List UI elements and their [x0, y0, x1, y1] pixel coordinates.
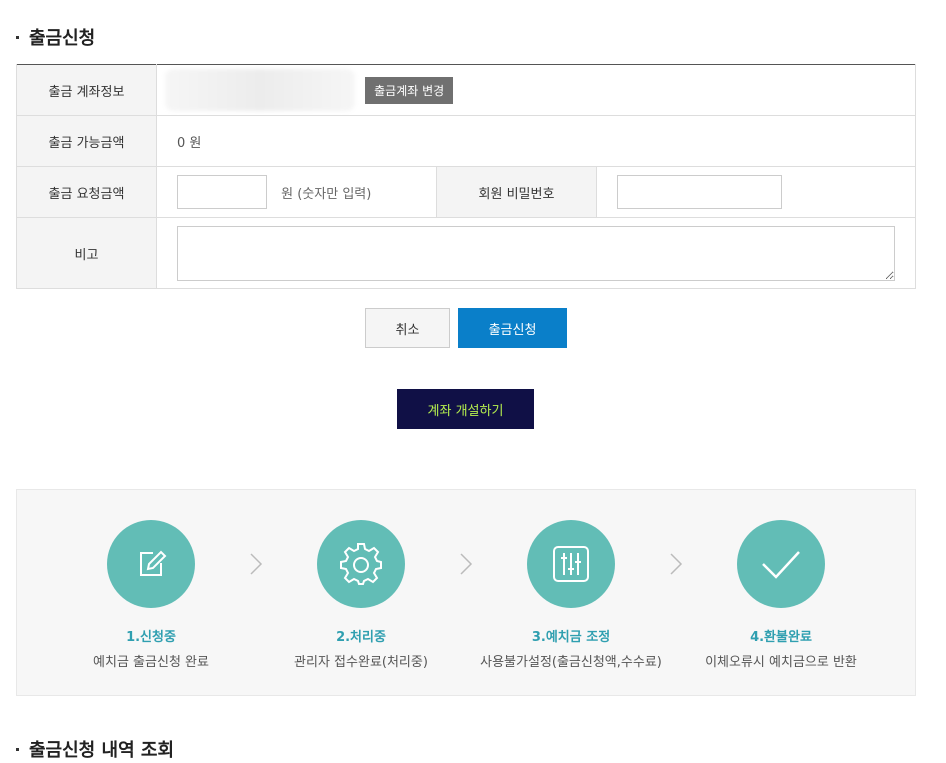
step-3-title: 3.예치금 조정 [531, 630, 611, 645]
page-title-text: 출금신청 [29, 28, 96, 49]
bullet-dot [16, 747, 19, 751]
password-cell [596, 166, 916, 218]
history-title-text: 출금신청 내역 조회 [29, 740, 175, 761]
step-3-desc: 사용불가설정(출금신청액,수수료) [480, 655, 662, 670]
available-row: 출금 가능금액 0 원 [16, 115, 916, 167]
change-account-button[interactable]: 출금계좌 변경 [365, 76, 454, 104]
cancel-button[interactable]: 취소 [365, 308, 450, 348]
process-steps-panel: 1.신청중 예치금 출금신청 완료 2.처리중 관리자 접수완료(처리중) 3.… [16, 489, 916, 696]
step-1-desc: 예치금 출금신청 완료 [93, 655, 209, 670]
step-3: 3.예치금 조정 사용불가설정(출금신청액,수수료) [471, 520, 671, 670]
request-label: 출금 요청금액 [16, 166, 157, 218]
request-unit-hint: 원 (숫자만 입력) [281, 186, 372, 202]
memo-label: 비고 [16, 217, 157, 289]
step-2: 2.처리중 관리자 접수완료(처리중) [261, 520, 461, 670]
gear-icon [317, 520, 405, 608]
memo-textarea[interactable] [177, 225, 895, 281]
sliders-icon [527, 520, 615, 608]
account-info-blurred [165, 69, 355, 111]
submit-withdrawal-button[interactable]: 출금신청 [458, 308, 567, 348]
available-amount: 0 원 [156, 115, 916, 167]
available-label: 출금 가능금액 [16, 115, 157, 167]
memo-cell [156, 217, 916, 289]
check-icon [737, 520, 825, 608]
account-value-cell: 출금계좌 변경 [156, 64, 916, 116]
open-account-button[interactable]: 계좌 개설하기 [397, 389, 534, 429]
step-4-desc: 이체오류시 예치금으로 반환 [705, 655, 857, 670]
bullet-dot [16, 35, 19, 39]
account-row: 출금 계좌정보 출금계좌 변경 [16, 64, 916, 116]
step-2-title: 2.처리중 [336, 630, 386, 645]
step-4: 4.환불완료 이체오류시 예치금으로 반환 [681, 520, 881, 670]
step-1: 1.신청중 예치금 출금신청 완료 [51, 520, 251, 670]
password-label: 회원 비밀번호 [436, 166, 597, 218]
step-1-title: 1.신청중 [126, 630, 176, 645]
account-label: 출금 계좌정보 [16, 64, 157, 116]
memo-row: 비고 [16, 217, 916, 289]
step-4-title: 4.환불완료 [750, 630, 812, 645]
edit-icon [107, 520, 195, 608]
step-2-desc: 관리자 접수완료(처리중) [294, 655, 428, 670]
page-title: 출금신청 [16, 24, 95, 50]
request-cell: 원 (숫자만 입력) [156, 166, 437, 218]
password-input[interactable] [617, 175, 782, 209]
withdrawal-form-table: 출금 계좌정보 출금계좌 변경 출금 가능금액 0 원 출금 요청금액 원 (숫… [16, 64, 916, 289]
request-row: 출금 요청금액 원 (숫자만 입력) 회원 비밀번호 [16, 166, 916, 218]
history-section-title: 출금신청 내역 조회 [16, 736, 174, 762]
request-amount-input[interactable] [177, 175, 267, 209]
